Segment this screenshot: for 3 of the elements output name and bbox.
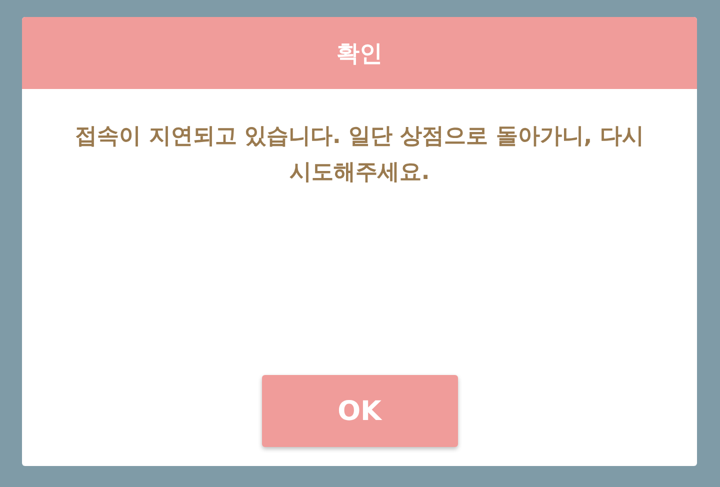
dialog-message: 접속이 지연되고 있습니다. 일단 상점으로 돌아가니, 다시 시도해주세요. <box>74 123 645 187</box>
ok-button[interactable]: OK <box>262 375 458 447</box>
dialog-title: 확인 <box>336 40 382 68</box>
